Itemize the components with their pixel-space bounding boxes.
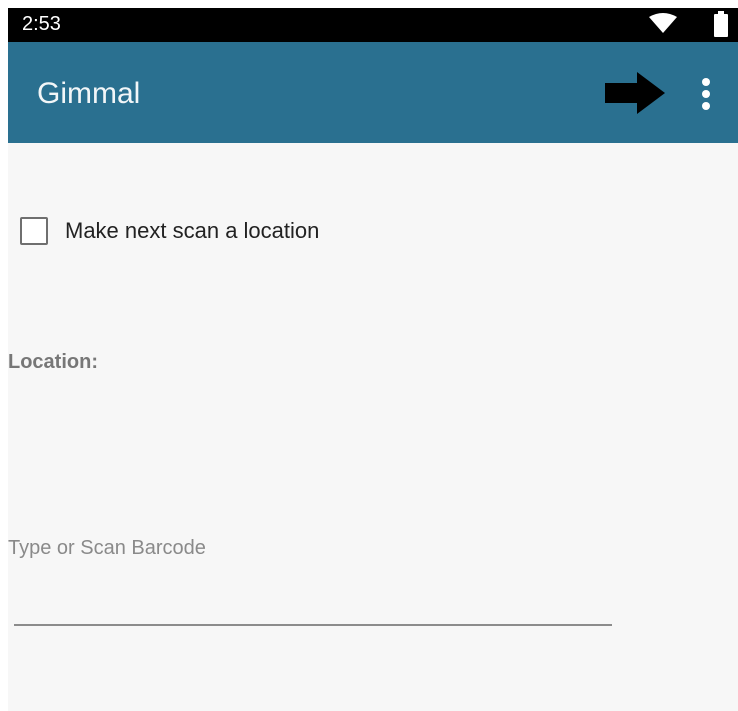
status-bar: 2:53 [8,8,738,42]
location-label: Location: [8,351,98,373]
location-scan-checkbox[interactable] [20,217,48,245]
overflow-menu-button[interactable] [692,72,720,116]
battery-icon [714,11,728,37]
status-time: 2:53 [22,13,61,35]
location-scan-checkbox-label: Make next scan a location [65,218,320,243]
location-scan-checkbox-row[interactable]: Make next scan a location [20,213,319,249]
arrow-right-icon [605,72,665,114]
barcode-field[interactable] [8,528,612,628]
app-title: Gimmal [37,77,141,110]
app-bar: Gimmal [8,42,738,143]
barcode-input[interactable] [8,528,612,568]
app-screen: 2:53 Gimmal Make next scan a location Lo [8,8,738,711]
wifi-icon [649,13,677,33]
barcode-input-underline [14,624,612,626]
more-vert-icon [702,78,710,110]
forward-button[interactable] [603,70,667,116]
